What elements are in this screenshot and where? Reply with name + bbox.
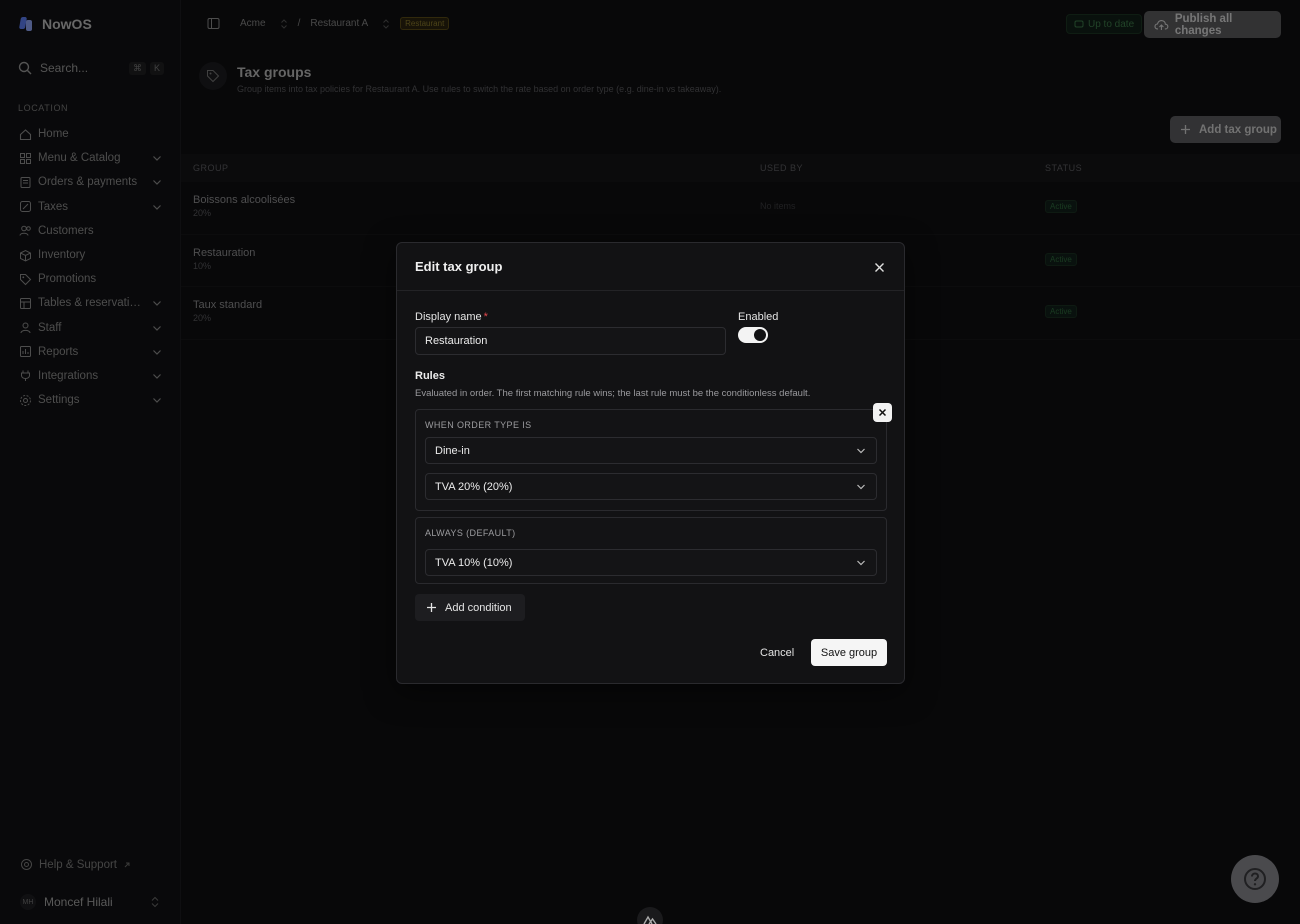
rules-subtitle: Evaluated in order. The first matching r… (415, 388, 811, 399)
plus-icon (427, 603, 436, 612)
required-mark: * (483, 311, 488, 323)
edit-tax-group-dialog: Edit tax group Display name * Restauratio… (396, 242, 905, 684)
rule-label: WHEN ORDER TYPE IS (425, 420, 532, 430)
order-type-value: Dine-in (435, 444, 470, 457)
chevron-down-icon (857, 484, 865, 490)
help-circle-icon (1244, 868, 1266, 890)
dialog-title: Edit tax group (415, 259, 503, 274)
remove-rule-button[interactable] (873, 403, 892, 422)
default-rule-card: ALWAYS (DEFAULT) TVA 10% (10%) (415, 517, 887, 584)
default-tax-rate-select[interactable]: TVA 10% (10%) (425, 549, 877, 576)
default-rule-label: ALWAYS (DEFAULT) (425, 528, 516, 538)
rule-tax-rate-select[interactable]: TVA 20% (20%) (425, 473, 877, 500)
close-icon[interactable] (873, 261, 886, 274)
close-icon (878, 408, 887, 417)
rule-card: WHEN ORDER TYPE IS Dine-in TVA 20% (20%) (415, 409, 887, 511)
chevron-down-icon (857, 560, 865, 566)
rule-tax-rate-value: TVA 20% (20%) (435, 480, 513, 493)
display-name-input[interactable]: Restauration (415, 327, 726, 355)
cancel-button[interactable]: Cancel (753, 639, 801, 666)
help-fab-button[interactable] (1231, 855, 1279, 903)
add-condition-label: Add condition (445, 601, 512, 614)
add-condition-button[interactable]: Add condition (415, 594, 525, 621)
default-tax-rate-value: TVA 10% (10%) (435, 556, 513, 569)
enabled-toggle[interactable] (738, 327, 768, 343)
chevron-down-icon (857, 448, 865, 454)
save-group-button[interactable]: Save group (811, 639, 887, 666)
display-name-label-text: Display name (415, 311, 482, 323)
display-name-label: Display name * (415, 311, 488, 323)
enabled-label: Enabled (738, 311, 779, 323)
display-name-value: Restauration (425, 335, 488, 347)
rules-title: Rules (415, 370, 445, 382)
toggle-knob (754, 329, 766, 341)
dialog-header: Edit tax group (397, 243, 904, 291)
order-type-select[interactable]: Dine-in (425, 437, 877, 464)
